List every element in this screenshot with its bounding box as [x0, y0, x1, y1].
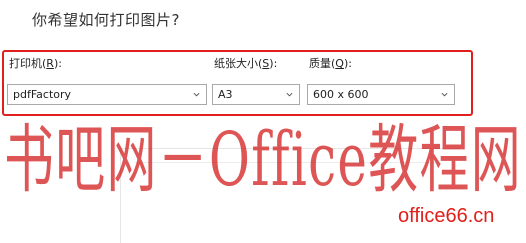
quality-group: 质量(Q): — [309, 56, 352, 72]
site-watermark: office66.cn — [398, 205, 495, 227]
quality-select[interactable]: 600 x 600 — [307, 84, 455, 105]
paper-size-group: 纸张大小(S): — [214, 56, 277, 72]
dialog-title: 你希望如何打印图片? — [32, 11, 180, 29]
chevron-down-icon — [441, 92, 448, 97]
quality-value: 600 x 600 — [313, 88, 369, 101]
chevron-down-icon — [286, 92, 293, 97]
printer-value: pdfFactory — [13, 88, 72, 101]
printer-select[interactable]: pdfFactory — [7, 84, 207, 105]
printer-label: 打印机(R): — [9, 57, 62, 70]
printer-group: 打印机(R): — [9, 56, 62, 72]
quality-label: 质量(Q): — [309, 57, 352, 70]
chevron-down-icon — [193, 92, 200, 97]
preview-line — [135, 162, 435, 163]
paper-size-select[interactable]: A3 — [212, 84, 300, 105]
paper-size-value: A3 — [218, 88, 233, 101]
paper-size-label: 纸张大小(S): — [214, 57, 278, 70]
